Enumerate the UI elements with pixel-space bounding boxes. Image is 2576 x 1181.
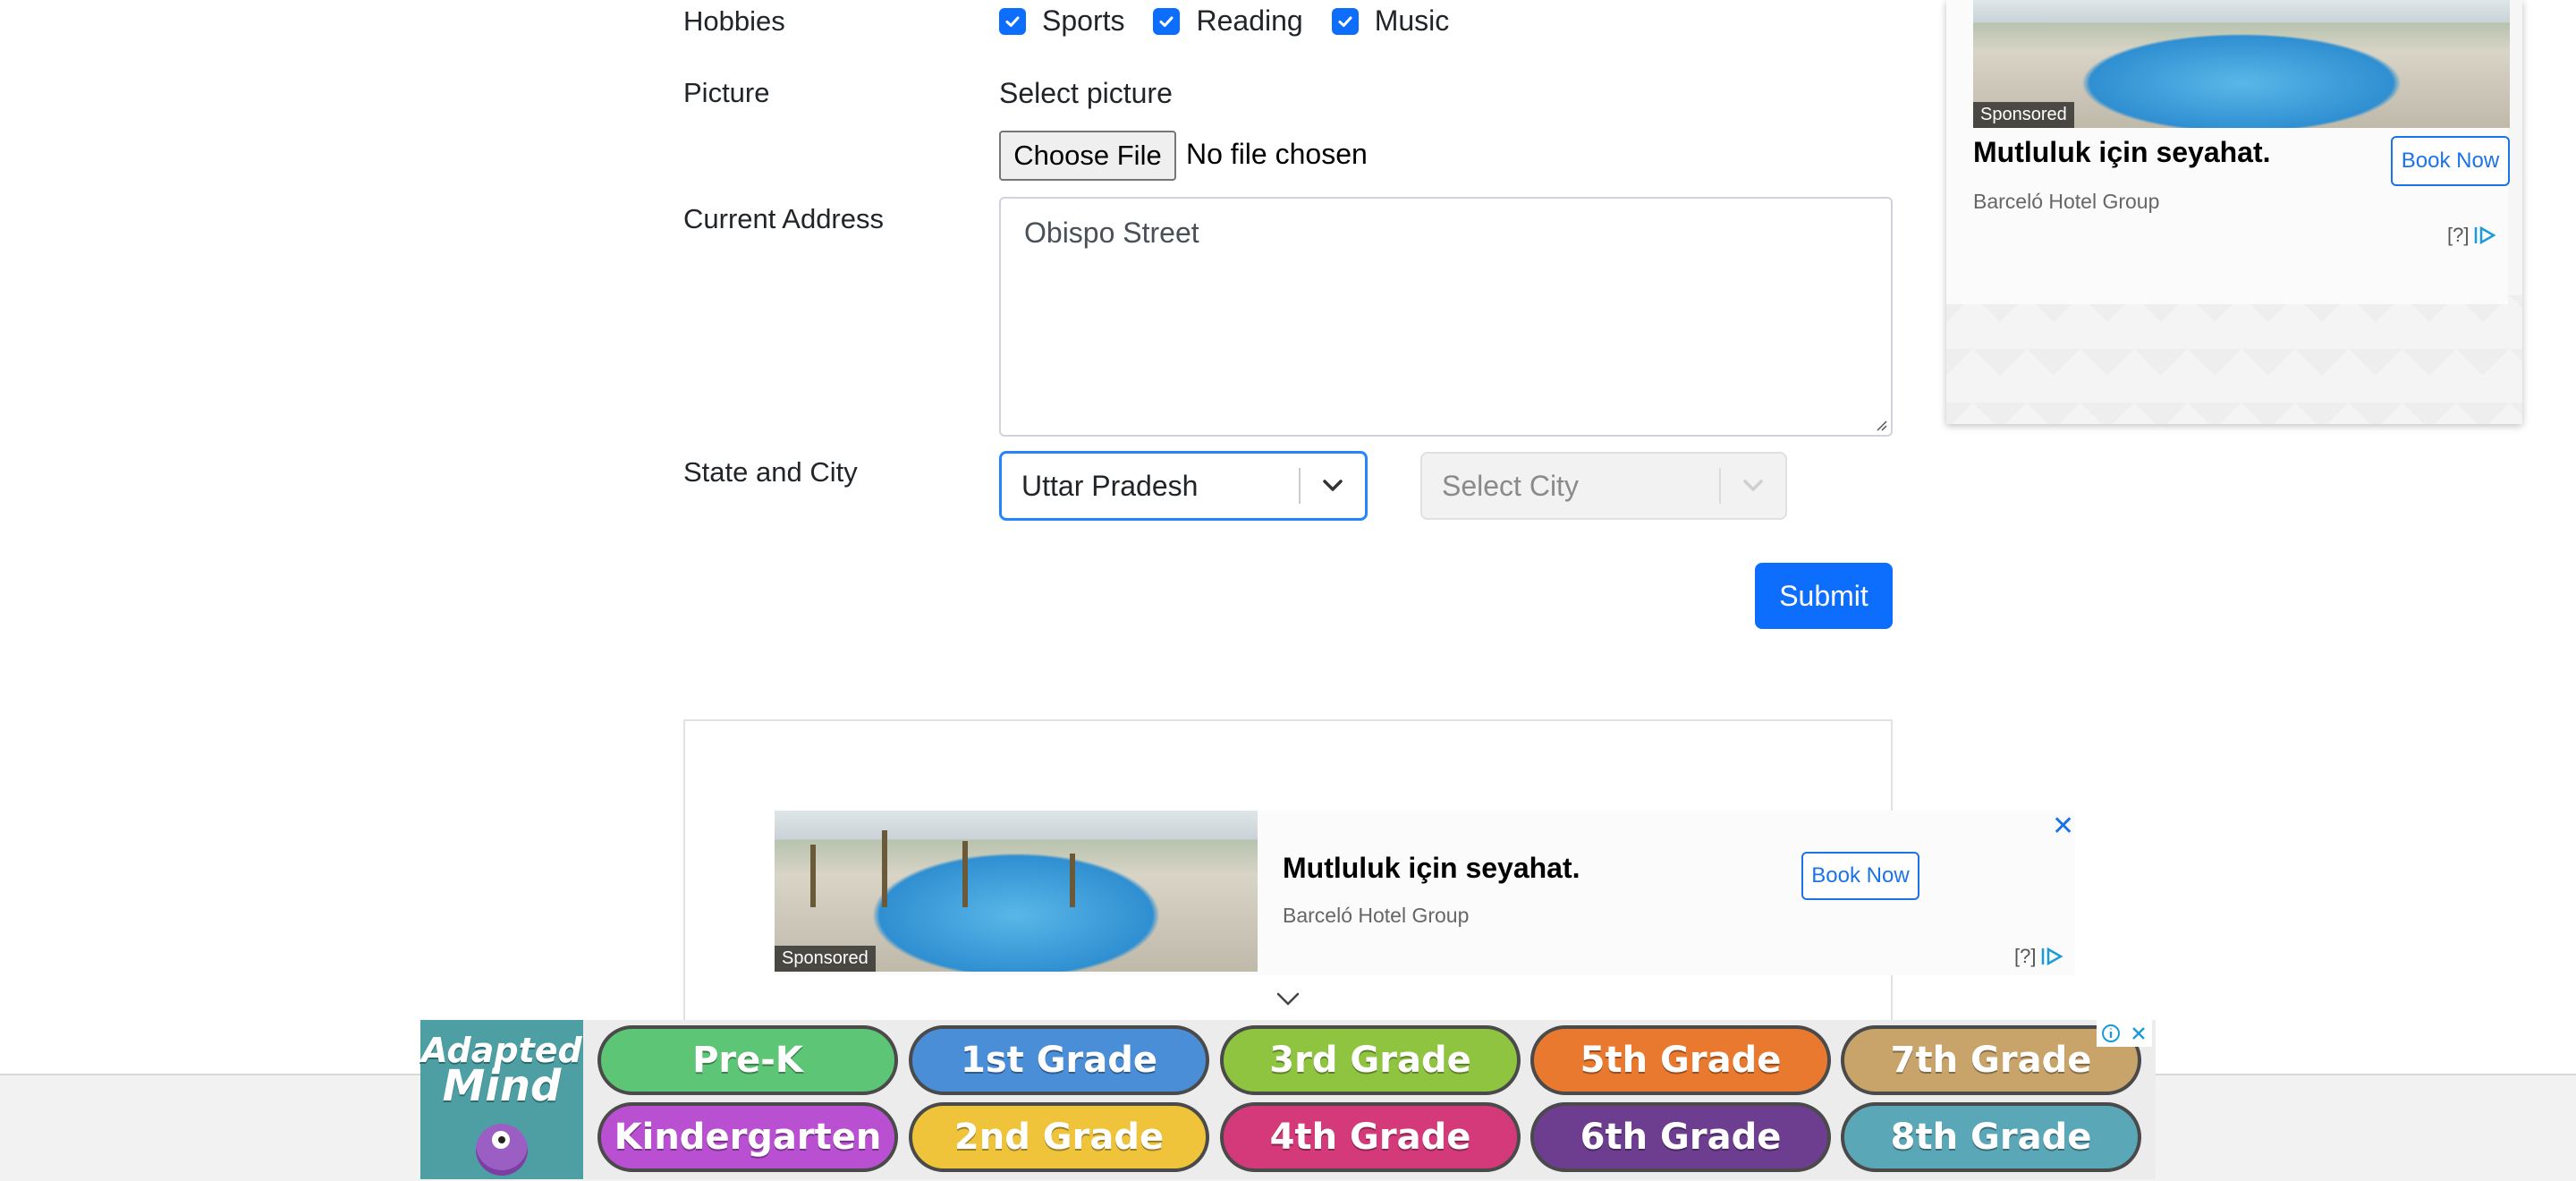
grade-button-5th[interactable]: 5th Grade [1530, 1025, 1831, 1095]
checkbox-label-reading[interactable]: Reading [1196, 4, 1302, 38]
adchoices-control[interactable]: [?] [2014, 945, 2064, 968]
check-icon [1338, 16, 1352, 27]
inline-ad[interactable]: Sponsored Mutluluk için seyahat. Barceló… [775, 811, 2075, 975]
checkbox-sports[interactable] [999, 7, 1026, 35]
select-separator [1299, 468, 1301, 504]
adchoices-icon [2042, 947, 2063, 966]
side-ad-book-now-button[interactable]: Book Now [2391, 136, 2510, 186]
side-ad-title[interactable]: Mutluluk için seyahat. [1973, 136, 2271, 169]
side-ad[interactable]: Sponsored Mutluluk için seyahat. Barceló… [1946, 0, 2522, 424]
monster-mascot-icon [476, 1124, 528, 1176]
grade-button-3rd[interactable]: 3rd Grade [1220, 1025, 1521, 1095]
grade-button-pre-k[interactable]: Pre-K [597, 1025, 898, 1095]
adchoices-icon [2475, 225, 2496, 245]
ad-pattern-background [1946, 295, 2522, 424]
inline-ad-book-now-button[interactable]: Book Now [1801, 852, 1919, 900]
grade-button-1st[interactable]: 1st Grade [909, 1025, 1209, 1095]
bottom-banner-ad[interactable]: Adapted Mind Pre-K 1st Grade 3rd Grade 5… [420, 1020, 2156, 1179]
select-separator [1719, 468, 1721, 504]
adapted-mind-logo[interactable]: Adapted Mind [420, 1020, 583, 1179]
file-status: No file chosen [1186, 138, 1368, 170]
inline-ad-advertiser[interactable]: Barceló Hotel Group [1283, 904, 1469, 928]
inline-ad-title[interactable]: Mutluluk için seyahat. [1283, 852, 1580, 885]
submit-button[interactable]: Submit [1755, 563, 1893, 629]
inline-ad-close-icon[interactable]: ✕ [2052, 811, 2074, 842]
hobbies-checkbox-group: Sports Reading Music [999, 4, 1478, 38]
inline-ad-hotel-image[interactable]: Sponsored [775, 811, 1258, 972]
info-icon[interactable] [2101, 1024, 2121, 1043]
hobbies-label: Hobbies [683, 5, 785, 37]
check-icon [1159, 16, 1174, 27]
current-address-textarea[interactable]: Obispo Street [999, 197, 1893, 437]
city-select-placeholder: Select City [1442, 469, 1579, 502]
sponsored-tag: Sponsored [775, 946, 876, 972]
expand-chevron-icon[interactable] [1275, 991, 1301, 1012]
grade-button-2nd[interactable]: 2nd Grade [909, 1102, 1209, 1172]
adchoices-label: [?] [2014, 945, 2037, 967]
select-picture-label: Select picture [999, 77, 1173, 109]
grade-button-8th[interactable]: 8th Grade [1841, 1102, 2141, 1172]
adchoices-label: [?] [2447, 224, 2470, 246]
check-icon [1005, 16, 1020, 27]
current-address-label: Current Address [683, 203, 884, 234]
checkbox-label-music[interactable]: Music [1375, 4, 1450, 38]
close-icon[interactable] [2130, 1024, 2148, 1042]
chevron-down-icon[interactable] [1733, 479, 1773, 493]
side-ad-advertiser[interactable]: Barceló Hotel Group [1973, 190, 2159, 214]
checkbox-music[interactable] [1331, 7, 1359, 35]
grade-button-kindergarten[interactable]: Kindergarten [597, 1102, 898, 1172]
grade-button-6th[interactable]: 6th Grade [1530, 1102, 1831, 1172]
side-ad-hotel-image[interactable]: Sponsored [1973, 0, 2510, 128]
picture-label: Picture [683, 77, 770, 108]
current-address-value: Obispo Street [1024, 217, 1199, 249]
chevron-down-icon[interactable] [1313, 479, 1352, 493]
sponsored-tag: Sponsored [1973, 102, 2074, 128]
grade-button-4th[interactable]: 4th Grade [1220, 1102, 1521, 1172]
checkbox-label-sports[interactable]: Sports [1042, 4, 1124, 38]
state-select-value: Uttar Pradesh [1021, 469, 1199, 502]
logo-text-line2: Mind [442, 1061, 562, 1111]
checkbox-reading[interactable] [1153, 7, 1181, 35]
banner-ad-controls [2097, 1020, 2152, 1047]
choose-file-button[interactable]: Choose File [999, 131, 1176, 181]
resize-grip-icon[interactable] [1875, 419, 1887, 431]
city-select[interactable]: Select City [1420, 452, 1787, 520]
state-select[interactable]: Uttar Pradesh [999, 451, 1368, 521]
adchoices-control[interactable]: [?] [2447, 224, 2497, 247]
state-city-label: State and City [683, 456, 858, 488]
